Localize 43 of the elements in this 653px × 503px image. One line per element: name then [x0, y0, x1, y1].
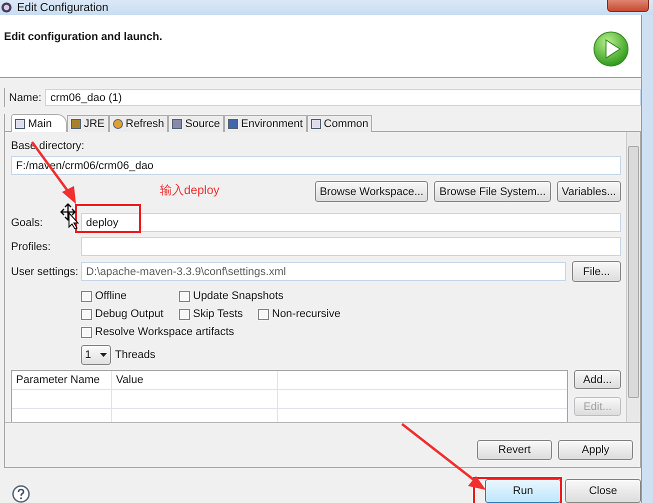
browse-button[interactable]: Variables... — [556, 181, 621, 202]
caret-icon — [100, 353, 107, 357]
play-icon — [593, 31, 629, 67]
annotation-text: 输入deploy — [160, 182, 220, 199]
checkbox-option[interactable]: Non-recursive — [258, 308, 340, 320]
header-message: Edit configuration and launch. — [4, 31, 162, 45]
action-button[interactable]: Apply — [558, 440, 633, 460]
goals-field[interactable]: deploy — [81, 213, 621, 232]
checkbox-option[interactable]: Debug Output — [81, 308, 179, 320]
tab[interactable]: Source — [168, 115, 224, 132]
tab[interactable]: JRE — [66, 115, 109, 132]
profiles-label: Profiles: — [11, 240, 52, 252]
user-settings-label: User settings: — [11, 266, 80, 278]
browse-button[interactable]: Browse File System... — [434, 181, 551, 202]
table-action-button[interactable]: Add... — [574, 370, 621, 389]
name-field[interactable]: crm06_dao (1) — [45, 89, 641, 106]
checkbox-option[interactable]: Skip Tests — [179, 308, 258, 320]
tab[interactable]: Common — [306, 115, 372, 132]
user-settings-field[interactable]: D:\apache-maven-3.3.9\conf\settings.xml — [81, 262, 566, 281]
checkbox-option[interactable]: Resolve Workspace artifacts — [81, 326, 234, 338]
threads-label: Threads — [115, 349, 156, 361]
dialog-button[interactable]: Run — [485, 479, 561, 503]
name-label: Name: — [9, 92, 42, 104]
action-button[interactable]: Revert — [477, 440, 552, 460]
column-header[interactable]: Parameter Name — [12, 371, 112, 389]
tab[interactable]: Refresh — [108, 115, 168, 132]
move-cursor-icon — [60, 203, 80, 229]
highlight-box — [75, 204, 141, 233]
checkbox-option[interactable]: Offline — [81, 290, 179, 302]
scroll-bar[interactable] — [626, 132, 640, 422]
tab[interactable]: Main — [11, 114, 67, 132]
profiles-field[interactable] — [81, 237, 621, 256]
dialog-button[interactable]: Close — [565, 479, 641, 503]
browse-button[interactable]: Browse Workspace... — [314, 181, 428, 202]
app-icon — [1, 2, 12, 13]
help-icon[interactable] — [12, 485, 30, 503]
threads-dropdown[interactable]: 1 — [81, 345, 111, 365]
tab[interactable]: Environment — [224, 115, 307, 132]
column-header[interactable]: Value — [112, 371, 278, 389]
window-title: Edit Configuration — [17, 2, 108, 14]
checkbox-option[interactable]: Update Snapshots — [179, 290, 284, 302]
file-button[interactable]: File... — [572, 261, 621, 282]
goals-label: Goals: — [11, 216, 44, 228]
